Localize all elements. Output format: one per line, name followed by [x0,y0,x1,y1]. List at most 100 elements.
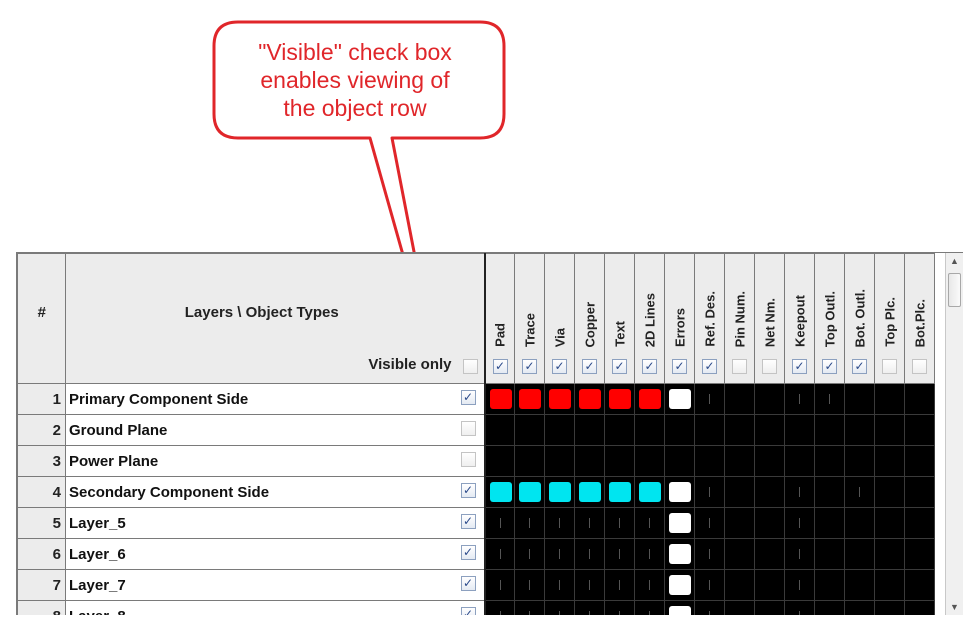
layer-row[interactable]: 1 Primary Component Side ✓ [17,383,935,415]
object-type-visible-checkbox[interactable]: ✓ [522,359,537,374]
object-cell[interactable] [754,414,785,446]
object-cell[interactable] [694,414,725,446]
object-cell[interactable] [874,383,905,415]
layer-visible-checkbox[interactable]: ✓ [460,576,476,591]
object-cell[interactable] [574,538,605,570]
object-cell[interactable] [664,414,695,446]
object-cell[interactable] [574,414,605,446]
object-cell[interactable] [724,445,755,477]
object-cell[interactable] [904,538,935,570]
object-type-visible-checkbox[interactable] [882,359,897,374]
layer-name[interactable]: Ground Plane [65,414,458,446]
layer-name[interactable]: Primary Component Side [65,383,458,415]
color-swatch[interactable] [639,389,661,409]
object-cell[interactable] [604,538,635,570]
object-cell[interactable] [664,507,695,539]
object-cell[interactable] [544,476,575,508]
object-cell[interactable] [724,507,755,539]
object-cell[interactable] [514,600,545,615]
layer-visible-checkbox[interactable] [460,421,476,436]
object-cell[interactable] [484,383,515,415]
layer-name[interactable]: Power Plane [65,445,458,477]
object-cell[interactable] [574,600,605,615]
object-cell[interactable] [754,538,785,570]
object-cell[interactable] [784,383,815,415]
object-cell[interactable] [634,476,665,508]
object-cell[interactable] [904,600,935,615]
object-cell[interactable] [694,383,725,415]
object-cell[interactable] [844,538,875,570]
layer-visible-checkbox[interactable]: ✓ [460,483,476,498]
object-cell[interactable] [574,476,605,508]
layer-row[interactable]: 4 Secondary Component Side ✓ [17,476,935,508]
object-cell[interactable] [724,600,755,615]
object-cell[interactable] [634,600,665,615]
object-cell[interactable] [754,476,785,508]
object-cell[interactable] [484,600,515,615]
object-cell[interactable] [724,538,755,570]
object-cell[interactable] [634,538,665,570]
object-type-visible-checkbox[interactable]: ✓ [582,359,597,374]
object-cell[interactable] [844,600,875,615]
object-type-visible-checkbox[interactable]: ✓ [852,359,867,374]
object-cell[interactable] [484,445,515,477]
object-cell[interactable] [634,569,665,601]
object-cell[interactable] [484,569,515,601]
layer-visible-checkbox[interactable] [460,452,476,467]
object-cell[interactable] [724,383,755,415]
object-cell[interactable] [874,507,905,539]
object-cell[interactable] [544,414,575,446]
object-cell[interactable] [784,507,815,539]
layer-name[interactable]: Layer_7 [65,569,458,601]
object-cell[interactable] [664,538,695,570]
object-type-visible-checkbox[interactable]: ✓ [822,359,837,374]
object-cell[interactable] [814,414,845,446]
object-cell[interactable] [814,600,845,615]
object-cell[interactable] [544,569,575,601]
object-cell[interactable] [574,383,605,415]
object-type-visible-checkbox[interactable]: ✓ [612,359,627,374]
object-cell[interactable] [814,445,845,477]
layer-row[interactable]: 5 Layer_5 ✓ [17,507,935,539]
visible-only-checkbox[interactable] [462,359,478,374]
object-cell[interactable] [874,445,905,477]
layer-row[interactable]: 6 Layer_6 ✓ [17,538,935,570]
object-cell[interactable] [514,383,545,415]
color-swatch[interactable] [579,389,601,409]
object-cell[interactable] [784,414,815,446]
layer-row[interactable]: 2 Ground Plane [17,414,935,446]
object-cell[interactable] [664,445,695,477]
object-cell[interactable] [844,569,875,601]
color-swatch[interactable] [609,482,631,502]
object-cell[interactable] [544,538,575,570]
object-cell[interactable] [814,569,845,601]
scroll-down-arrow-icon[interactable]: ▼ [946,599,963,615]
layer-name[interactable]: Secondary Component Side [65,476,458,508]
object-cell[interactable] [544,383,575,415]
object-cell[interactable] [574,507,605,539]
object-cell[interactable] [904,445,935,477]
object-cell[interactable] [514,414,545,446]
object-cell[interactable] [634,414,665,446]
layer-visible-checkbox[interactable]: ✓ [460,514,476,529]
color-swatch[interactable] [669,513,691,533]
object-cell[interactable] [544,507,575,539]
color-swatch[interactable] [549,389,571,409]
object-cell[interactable] [544,445,575,477]
object-cell[interactable] [904,414,935,446]
object-cell[interactable] [634,383,665,415]
object-cell[interactable] [754,445,785,477]
object-cell[interactable] [784,569,815,601]
object-cell[interactable] [814,383,845,415]
object-cell[interactable] [754,569,785,601]
layer-row[interactable]: 7 Layer_7 ✓ [17,569,935,601]
object-cell[interactable] [604,507,635,539]
color-swatch[interactable] [669,575,691,595]
color-swatch[interactable] [489,389,512,409]
object-cell[interactable] [754,507,785,539]
object-cell[interactable] [544,600,575,615]
object-cell[interactable] [634,507,665,539]
object-cell[interactable] [514,476,545,508]
scroll-thumb[interactable] [948,273,961,307]
object-type-visible-checkbox[interactable]: ✓ [792,359,807,374]
